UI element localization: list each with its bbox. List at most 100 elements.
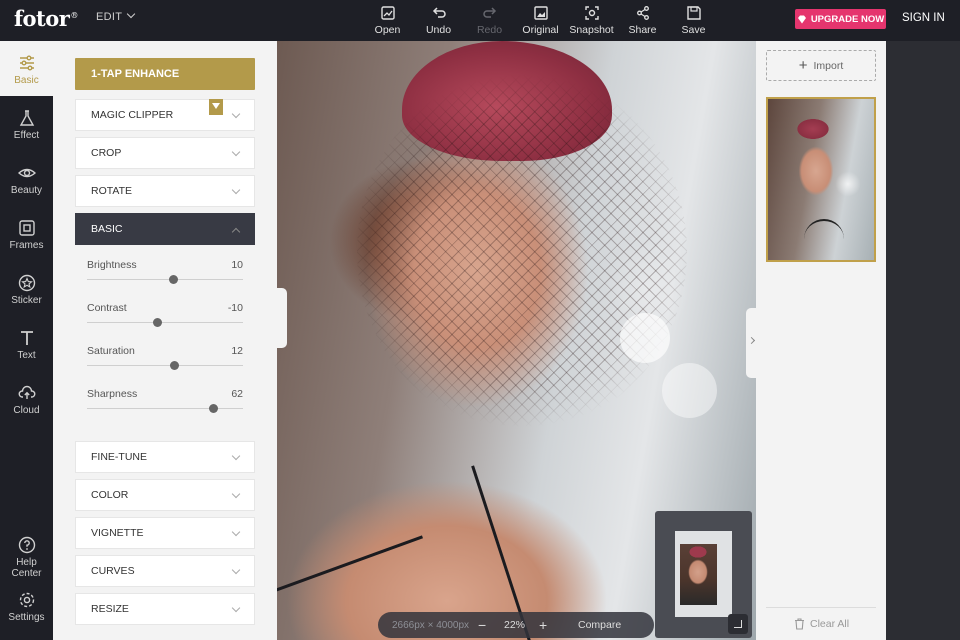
section-crop[interactable]: CROP [75, 137, 255, 169]
edit-menu[interactable]: EDIT [96, 9, 136, 23]
open-button[interactable]: Open [362, 5, 413, 36]
section-basic[interactable]: BASIC [75, 213, 255, 245]
section-label: RESIZE [91, 603, 129, 615]
cloud-upload-icon [18, 385, 35, 399]
rail-item-settings[interactable]: Settings [0, 578, 53, 633]
rail-label-cloud: Cloud [13, 405, 40, 416]
open-icon [380, 6, 395, 20]
navigator-thumbnail[interactable] [675, 531, 732, 617]
upgrade-now-button[interactable]: UPGRADE NOW [795, 9, 886, 29]
saturation-slider[interactable] [87, 361, 243, 370]
chevron-up-icon [231, 227, 241, 237]
rail-item-cloud[interactable]: Cloud [0, 371, 53, 426]
import-button[interactable]: + Import [766, 50, 876, 81]
rail-item-help-center[interactable]: Help Center [0, 523, 53, 579]
contrast-label: Contrast [87, 302, 127, 314]
brightness-slider-thumb[interactable] [168, 275, 178, 284]
section-fine-tune[interactable]: FINE-TUNE [75, 441, 255, 473]
rail-item-effect[interactable]: Effect [0, 96, 53, 151]
sign-in-link[interactable]: SIGN IN [902, 12, 945, 24]
original-button[interactable]: Original [515, 5, 566, 36]
save-label: Save [681, 24, 706, 36]
rail-label-text: Text [17, 350, 36, 361]
save-button[interactable]: Save [668, 5, 719, 36]
frame-icon [18, 220, 35, 236]
zoom-in-button[interactable]: + [539, 617, 547, 633]
section-resize[interactable]: RESIZE [75, 593, 255, 625]
top-bar: fotor® EDIT Open Undo Redo Original Snap… [0, 0, 960, 41]
thumbnail-detail [804, 219, 844, 259]
rail-label-frames: Frames [9, 240, 44, 251]
sharpness-label: Sharpness [87, 388, 138, 400]
zoom-level: 22% [504, 619, 526, 631]
collapse-navigator-button[interactable] [728, 614, 748, 634]
arrow-down-right-icon [734, 620, 742, 628]
section-label: BASIC [91, 223, 123, 235]
zoom-bar: 2666px × 4000px − 22% + Compare [378, 612, 654, 638]
chevron-down-icon [231, 451, 241, 461]
redo-icon [482, 7, 496, 18]
contrast-slider-group: Contrast -10 [87, 302, 243, 342]
collapse-right-panel-handle[interactable] [746, 308, 756, 378]
section-color[interactable]: COLOR [75, 479, 255, 511]
zoom-out-button[interactable]: − [478, 617, 486, 633]
navigator-viewport[interactable] [680, 544, 717, 605]
gear-icon [19, 592, 34, 608]
section-label: CURVES [91, 565, 135, 577]
original-icon [533, 6, 548, 20]
contrast-slider[interactable] [87, 318, 243, 327]
sliders-icon [19, 55, 34, 71]
photo-bokeh [620, 313, 670, 363]
image-thumbnail-selected[interactable] [766, 97, 876, 262]
snapshot-label: Snapshot [569, 24, 614, 36]
brightness-label: Brightness [87, 259, 137, 271]
section-vignette[interactable]: VIGNETTE [75, 517, 255, 549]
import-label: Import [813, 59, 844, 72]
section-label: VIGNETTE [91, 527, 144, 539]
brightness-slider[interactable] [87, 275, 243, 284]
rail-item-sticker[interactable]: Sticker [0, 261, 53, 316]
rail-item-text[interactable]: Text [0, 316, 53, 371]
photo-bokeh [662, 363, 717, 418]
rail-label-basic: Basic [14, 75, 39, 86]
sharpness-value: 62 [231, 388, 243, 400]
compare-button[interactable]: Compare [578, 619, 621, 631]
edit-menu-label: EDIT [96, 11, 123, 23]
sharpness-slider[interactable] [87, 404, 243, 413]
redo-button[interactable]: Redo [464, 5, 515, 36]
saturation-slider-thumb[interactable] [170, 361, 180, 370]
fotor-logo[interactable]: fotor® [14, 6, 78, 31]
section-rotate[interactable]: ROTATE [75, 175, 255, 207]
section-curves[interactable]: CURVES [75, 555, 255, 587]
rail-item-beauty[interactable]: Beauty [0, 151, 53, 206]
contrast-slider-thumb[interactable] [153, 318, 163, 327]
share-icon [636, 6, 649, 20]
chevron-right-icon [747, 336, 756, 345]
saturation-label: Saturation [87, 345, 135, 357]
chevron-down-icon [231, 185, 241, 195]
section-label: MAGIC CLIPPER [91, 109, 174, 121]
rail-item-frames[interactable]: Frames [0, 206, 53, 261]
help-icon [18, 536, 35, 554]
clear-all-label: Clear All [810, 618, 850, 630]
one-tap-enhance-button[interactable]: 1-TAP ENHANCE [75, 58, 255, 90]
section-magic-clipper[interactable]: MAGIC CLIPPER [75, 99, 255, 131]
basic-tool-panel: 1-TAP ENHANCE MAGIC CLIPPER CROP ROTATE … [53, 41, 277, 640]
rail-item-basic[interactable]: Basic [0, 41, 53, 96]
flask-icon [19, 110, 34, 126]
share-button[interactable]: Share [617, 5, 668, 36]
trash-icon [795, 618, 804, 630]
snapshot-icon [584, 6, 599, 20]
original-label: Original [522, 24, 559, 36]
rail-label-sticker: Sticker [11, 295, 42, 306]
clear-all-button[interactable]: Clear All [794, 618, 849, 630]
image-library-panel: + Import Clear All [756, 41, 886, 640]
sharpness-slider-thumb[interactable] [209, 404, 219, 413]
workspace-margin [886, 41, 960, 640]
snapshot-button[interactable]: Snapshot [566, 5, 617, 36]
saturation-value: 12 [231, 345, 243, 357]
navigator-panel[interactable] [655, 511, 752, 638]
collapse-left-panel-handle[interactable] [277, 288, 287, 348]
undo-button[interactable]: Undo [413, 5, 464, 36]
diamond-icon [797, 15, 806, 23]
